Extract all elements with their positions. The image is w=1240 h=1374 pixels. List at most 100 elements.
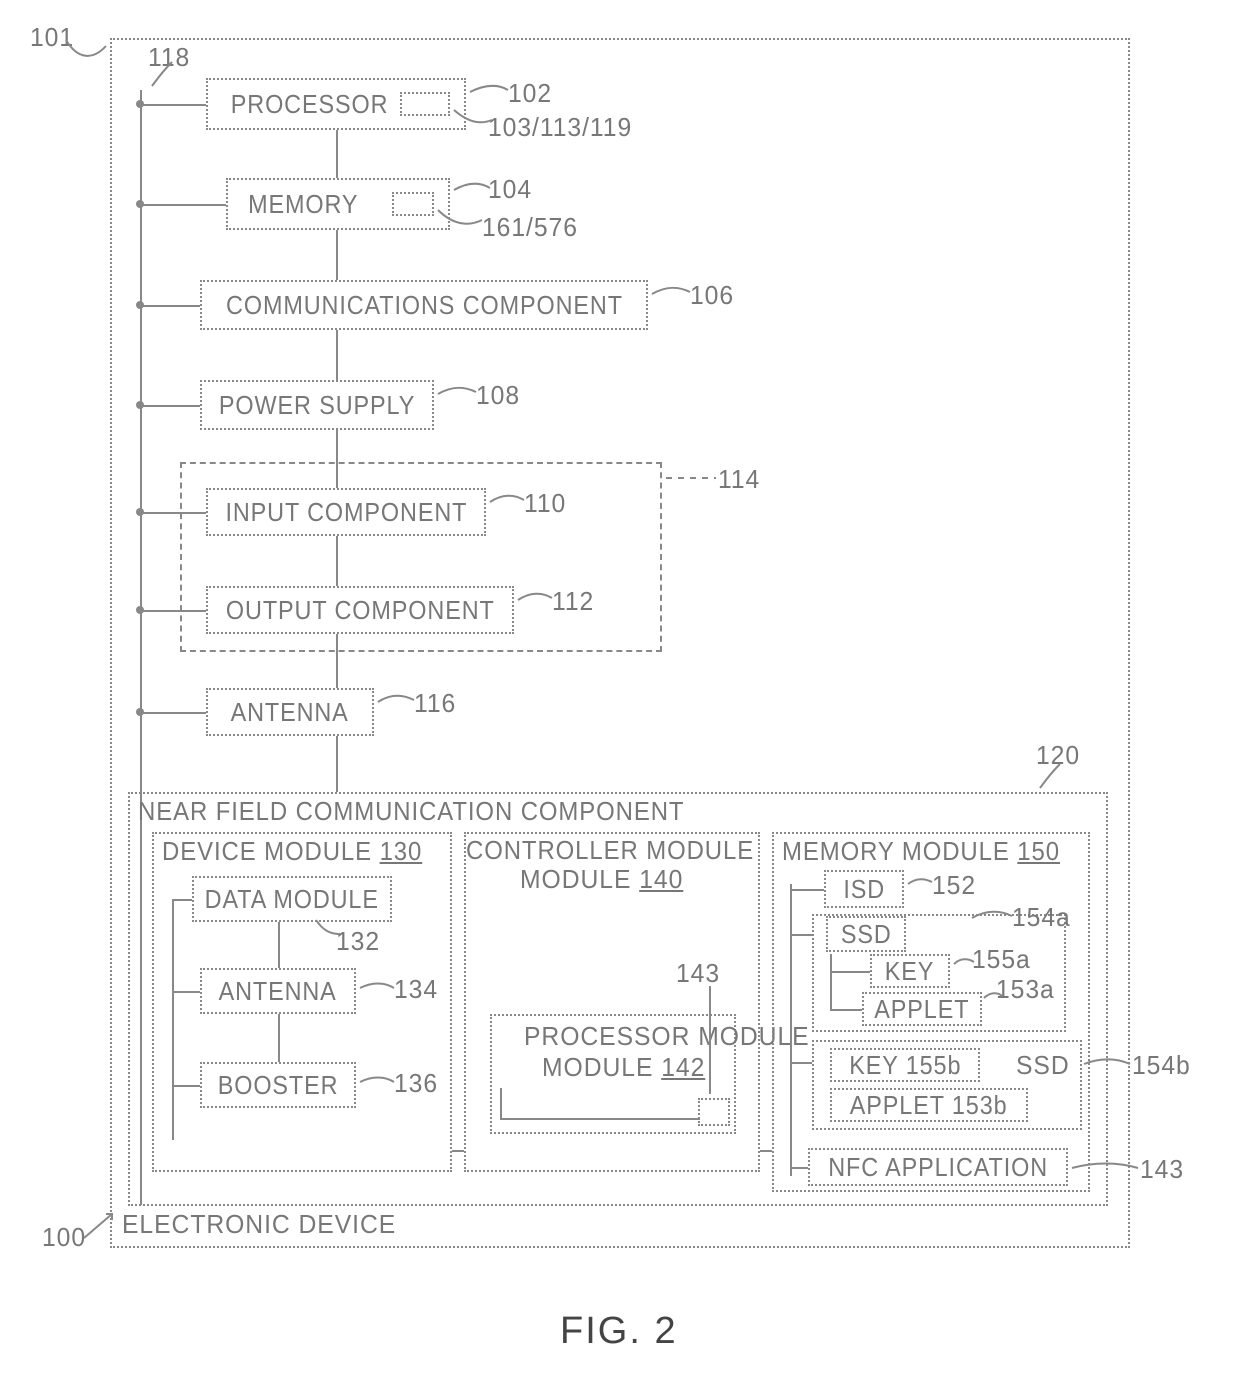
ref-106: 106 xyxy=(690,280,734,311)
input-block: INPUT COMPONENT xyxy=(206,488,486,536)
junction-processor xyxy=(136,100,144,108)
output-label: OUTPUT COMPONENT xyxy=(226,595,495,626)
conn-boost xyxy=(172,1085,200,1087)
conn-antenna-bus xyxy=(140,712,206,714)
link-dev-ctl xyxy=(452,1150,464,1152)
lead-102 xyxy=(468,82,512,100)
conn-datamod xyxy=(172,899,192,901)
ref-112: 112 xyxy=(552,586,594,617)
key-155b-label: KEY 155b xyxy=(849,1050,961,1081)
nfc-app-label: NFC APPLICATION xyxy=(828,1152,1048,1183)
memory-label: MEMORY xyxy=(248,189,358,220)
lead-154a xyxy=(970,908,1016,924)
figure-caption: FIG. 2 xyxy=(560,1310,678,1353)
conn-input-output xyxy=(336,536,338,586)
controller-module-caption2: MODULE 140 xyxy=(520,864,683,895)
comm-block: COMMUNICATIONS COMPONENT xyxy=(200,280,648,330)
data-module-block: DATA MODULE xyxy=(192,876,392,922)
ssd-a-vbus xyxy=(830,954,832,1010)
conn-mem-comm xyxy=(336,230,338,280)
conn-comm-bus xyxy=(140,305,200,307)
applet-153b-chip: APPLET 153b xyxy=(830,1088,1028,1122)
processor-module-label: PROCESSOR MODULE xyxy=(524,1022,810,1051)
junction-input xyxy=(136,508,144,516)
lead-143a xyxy=(704,984,726,1100)
isd-block: ISD xyxy=(824,870,904,908)
ref-134: 134 xyxy=(394,974,438,1005)
proc-module-innerline xyxy=(500,1118,700,1120)
lead-103 xyxy=(452,106,496,128)
key-155a-label: KEY xyxy=(885,956,935,987)
ref-150: 150 xyxy=(1017,836,1060,866)
lead-112 xyxy=(516,590,556,608)
devmod-vbus xyxy=(172,900,174,1140)
comm-label: COMMUNICATIONS COMPONENT xyxy=(226,290,623,321)
ref-136: 136 xyxy=(394,1068,438,1099)
device-module-label: DEVICE MODULE 130 xyxy=(162,836,422,867)
lead-136 xyxy=(358,1074,398,1090)
ssd-154a-chip: SSD xyxy=(826,916,906,952)
lead-154b xyxy=(1082,1056,1134,1072)
memory-module-label: MEMORY MODULE 150 xyxy=(782,836,1060,867)
antenna-block: ANTENNA xyxy=(206,688,374,736)
lead-101 xyxy=(58,38,118,68)
conn-datamod-ant xyxy=(278,922,280,968)
conn-ant-nfc xyxy=(336,736,338,792)
ref-103: 103/113/119 xyxy=(488,112,632,143)
ssd-a-h2 xyxy=(830,1009,862,1011)
ref-110: 110 xyxy=(524,488,566,519)
processor-label: PROCESSOR xyxy=(231,89,389,120)
lead-106 xyxy=(650,284,694,302)
applet-153a-chip: APPLET xyxy=(862,992,982,1026)
ref-155a: 155a xyxy=(972,944,1031,975)
lead-100 xyxy=(82,1208,122,1248)
junction-output xyxy=(136,606,144,614)
conn-processor-bus xyxy=(140,104,206,106)
ref-104: 104 xyxy=(488,174,532,205)
conn-comm-psu xyxy=(336,330,338,380)
ssd-a-h1 xyxy=(830,971,870,973)
processor-subchip xyxy=(400,92,450,116)
ref-140b: 140 xyxy=(639,864,683,894)
lead-161 xyxy=(436,206,486,230)
isd-label: ISD xyxy=(843,874,885,905)
electronic-device-label: ELECTRONIC DEVICE xyxy=(122,1209,396,1240)
conn-output-ant xyxy=(336,634,338,688)
memory-subchip xyxy=(392,192,434,216)
data-module-label: DATA MODULE xyxy=(205,884,379,915)
lead-132 xyxy=(314,918,344,940)
ref-143b: 143 xyxy=(1140,1154,1184,1185)
lead-118 xyxy=(150,60,180,90)
antenna2-block: ANTENNA xyxy=(200,968,356,1014)
lead-155a xyxy=(952,956,978,970)
ref-161: 161/576 xyxy=(482,212,578,243)
ref-152: 152 xyxy=(932,870,976,901)
ref-130: 130 xyxy=(380,836,423,866)
booster-label: BOOSTER xyxy=(218,1070,339,1101)
key-155b-chip: KEY 155b xyxy=(830,1048,980,1082)
ref-100: 100 xyxy=(42,1222,86,1253)
link-ctl-mem xyxy=(760,1150,772,1152)
lead-143b xyxy=(1070,1160,1142,1176)
conn-memory-bus xyxy=(140,204,226,206)
output-block: OUTPUT COMPONENT xyxy=(206,586,514,634)
lead-114 xyxy=(664,470,720,488)
conn-ant2-boost xyxy=(278,1014,280,1062)
lead-152 xyxy=(906,876,936,890)
lead-134 xyxy=(358,980,398,996)
junction-antenna xyxy=(136,708,144,716)
nfc-app-chip: NFC APPLICATION xyxy=(808,1148,1068,1186)
key-155a-chip: KEY xyxy=(870,954,950,988)
lead-108 xyxy=(436,384,480,402)
lead-104 xyxy=(452,180,494,198)
ref-108: 108 xyxy=(476,380,520,411)
conn-nfcapp xyxy=(790,1167,808,1169)
input-label: INPUT COMPONENT xyxy=(225,497,467,528)
processor-module-text: PROCESSOR MODULE xyxy=(524,1022,810,1051)
ref-154b: 154b xyxy=(1132,1050,1191,1081)
booster-block: BOOSTER xyxy=(200,1062,356,1108)
antenna-label: ANTENNA xyxy=(231,697,349,728)
ref-102: 102 xyxy=(508,78,552,109)
memmod-vbus xyxy=(790,884,792,1176)
junction-comm xyxy=(136,301,144,309)
